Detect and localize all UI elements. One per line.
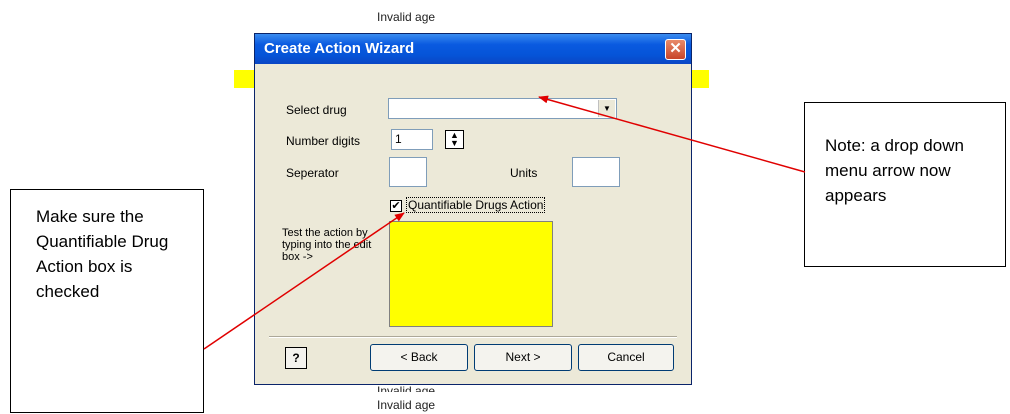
right-annotation-arrow xyxy=(538,95,806,173)
annotation-arrows xyxy=(203,95,806,350)
left-annotation-arrow xyxy=(203,212,405,350)
